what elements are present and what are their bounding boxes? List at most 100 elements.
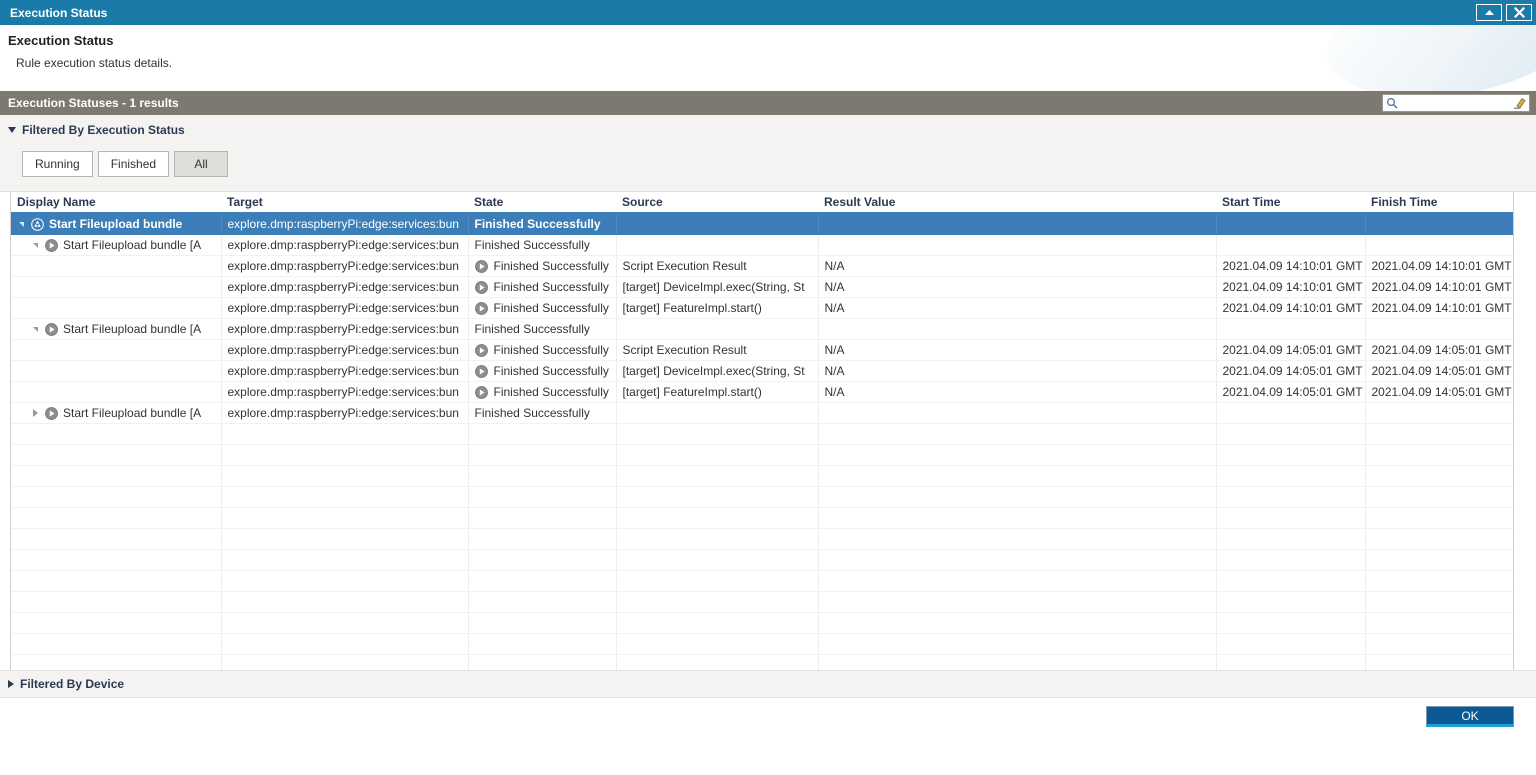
empty-cell bbox=[1365, 507, 1513, 529]
cell-finish-time: 2021.04.09 14:10:01 GMT bbox=[1365, 297, 1513, 319]
empty-cell bbox=[1216, 423, 1366, 445]
table-row[interactable]: explore.dmp:raspberryPi:edge:services:bu… bbox=[11, 276, 1513, 298]
empty-cell bbox=[221, 465, 469, 487]
cell-target: explore.dmp:raspberryPi:edge:services:bu… bbox=[221, 297, 469, 319]
table-empty-row bbox=[11, 612, 1513, 634]
cell-result-value: N/A bbox=[818, 339, 1217, 361]
cell-start-time bbox=[1216, 402, 1366, 424]
expander-collapse-icon[interactable] bbox=[31, 325, 40, 334]
cell-state: Finished Successfully bbox=[468, 234, 617, 256]
table-row[interactable]: Start Fileupload bundle explore.dmp:raspb… bbox=[11, 213, 1513, 235]
play-icon bbox=[45, 406, 58, 420]
empty-cell bbox=[11, 444, 222, 466]
cell-state: Finished Successfully bbox=[468, 213, 617, 235]
table-header: Display Name Target State Source Result … bbox=[11, 192, 1513, 214]
minimize-button[interactable] bbox=[1476, 4, 1502, 21]
table-row[interactable]: explore.dmp:raspberryPi:edge:services:bu… bbox=[11, 381, 1513, 403]
cell-source bbox=[616, 402, 819, 424]
cell-start-time bbox=[1216, 234, 1366, 256]
expander-collapse-icon[interactable] bbox=[31, 241, 40, 250]
table-row[interactable]: explore.dmp:raspberryPi:edge:services:bu… bbox=[11, 339, 1513, 361]
empty-cell bbox=[221, 549, 469, 571]
cell-target: explore.dmp:raspberryPi:edge:services:bu… bbox=[221, 318, 469, 340]
empty-cell bbox=[1216, 591, 1366, 613]
cell-result-value: N/A bbox=[818, 255, 1217, 277]
column-header-result-value[interactable]: Result Value bbox=[818, 192, 1216, 214]
state-text: Finished Successfully bbox=[474, 406, 590, 420]
search-input[interactable] bbox=[1398, 96, 1513, 110]
table-row[interactable]: explore.dmp:raspberryPi:edge:services:bu… bbox=[11, 297, 1513, 319]
cell-start-time: 2021.04.09 14:05:01 GMT bbox=[1216, 381, 1366, 403]
cell-display-name bbox=[11, 255, 222, 277]
cell-display-name bbox=[11, 276, 222, 298]
close-icon bbox=[1513, 7, 1525, 18]
filter-execution-status-label: Filtered By Execution Status bbox=[22, 123, 185, 137]
filter-device-header[interactable]: Filtered By Device bbox=[0, 670, 1536, 698]
display-name-text: Start Fileupload bundle [A bbox=[63, 406, 202, 420]
empty-cell bbox=[221, 612, 469, 634]
eraser-icon[interactable] bbox=[1513, 97, 1526, 109]
expander-expand-icon[interactable] bbox=[31, 409, 40, 418]
empty-cell bbox=[468, 570, 617, 592]
execution-statuses-table-container[interactable]: Display Name Target State Source Result … bbox=[10, 192, 1514, 670]
expander-collapse-icon[interactable] bbox=[17, 220, 26, 229]
cell-start-time bbox=[1216, 318, 1366, 340]
ok-button[interactable]: OK bbox=[1426, 706, 1514, 727]
empty-cell bbox=[1216, 486, 1366, 508]
empty-cell bbox=[1365, 612, 1513, 634]
table-row[interactable]: explore.dmp:raspberryPi:edge:services:bu… bbox=[11, 255, 1513, 277]
filter-button-running[interactable]: Running bbox=[22, 151, 93, 177]
cell-display-name: Start Fileupload bundle [A bbox=[11, 402, 222, 424]
table-row[interactable]: Start Fileupload bundle [A explore.dmp:ra… bbox=[11, 318, 1513, 340]
empty-cell bbox=[1365, 486, 1513, 508]
cell-result-value: N/A bbox=[818, 381, 1217, 403]
column-header-start-time[interactable]: Start Time bbox=[1216, 192, 1365, 214]
execution-status-filter-buttons: Running Finished All bbox=[0, 137, 1536, 191]
empty-cell bbox=[468, 633, 617, 655]
empty-cell bbox=[616, 570, 819, 592]
cell-start-time: 2021.04.09 14:05:01 GMT bbox=[1216, 339, 1366, 361]
cell-source: [target] DeviceImpl.exec(String, St bbox=[616, 276, 819, 298]
empty-cell bbox=[1365, 465, 1513, 487]
window-title: Execution Status bbox=[10, 5, 108, 20]
window-title-bar: Execution Status bbox=[0, 0, 1536, 25]
column-header-display-name[interactable]: Display Name bbox=[11, 192, 221, 214]
empty-cell bbox=[11, 612, 222, 634]
empty-cell bbox=[818, 612, 1217, 634]
cell-result-value bbox=[818, 318, 1217, 340]
cell-display-name bbox=[11, 339, 222, 361]
empty-cell bbox=[468, 612, 617, 634]
filter-button-finished[interactable]: Finished bbox=[97, 151, 170, 177]
table-row[interactable]: Start Fileupload bundle [A explore.dmp:ra… bbox=[11, 402, 1513, 424]
cell-state: Finished Successfully bbox=[468, 318, 617, 340]
column-header-target[interactable]: Target bbox=[221, 192, 468, 214]
table-empty-row bbox=[11, 507, 1513, 529]
filter-button-all[interactable]: All bbox=[174, 151, 229, 177]
close-button[interactable] bbox=[1506, 4, 1532, 21]
filter-execution-status-header[interactable]: Filtered By Execution Status bbox=[0, 121, 1536, 137]
empty-cell bbox=[1216, 507, 1366, 529]
empty-cell bbox=[11, 423, 222, 445]
play-icon bbox=[474, 259, 488, 273]
empty-cell bbox=[1216, 633, 1366, 655]
table-empty-row bbox=[11, 528, 1513, 550]
play-icon bbox=[474, 343, 488, 357]
empty-cell bbox=[1365, 570, 1513, 592]
empty-cell bbox=[616, 507, 819, 529]
column-header-state[interactable]: State bbox=[468, 192, 616, 214]
empty-cell bbox=[1365, 423, 1513, 445]
cell-state: Finished Successfully bbox=[468, 255, 617, 277]
table-row[interactable]: Start Fileupload bundle [A explore.dmp:ra… bbox=[11, 234, 1513, 256]
play-icon bbox=[474, 280, 488, 294]
table-row[interactable]: explore.dmp:raspberryPi:edge:services:bu… bbox=[11, 360, 1513, 382]
table-empty-row bbox=[11, 549, 1513, 571]
empty-cell bbox=[1216, 612, 1366, 634]
cell-source bbox=[616, 318, 819, 340]
cell-source: [target] DeviceImpl.exec(String, St bbox=[616, 360, 819, 382]
chevron-up-icon bbox=[1484, 9, 1495, 16]
search-box[interactable] bbox=[1382, 94, 1530, 112]
empty-cell bbox=[818, 528, 1217, 550]
column-header-finish-time[interactable]: Finish Time bbox=[1365, 192, 1513, 214]
column-header-source[interactable]: Source bbox=[616, 192, 818, 214]
cell-finish-time bbox=[1365, 318, 1513, 340]
